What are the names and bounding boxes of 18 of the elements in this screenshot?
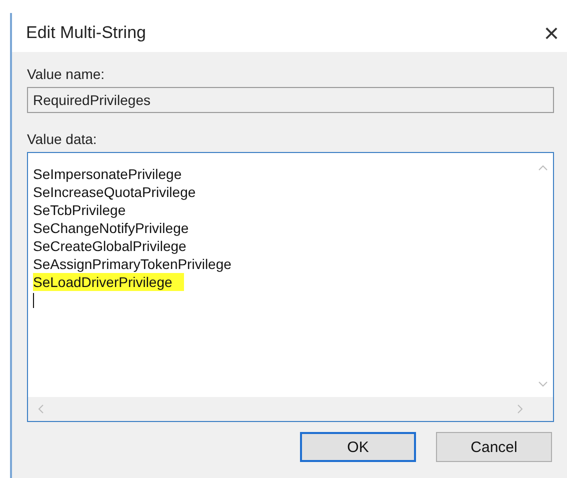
window-title: Edit Multi-String xyxy=(26,22,146,42)
text-line: SeIncreaseQuotaPrivilege xyxy=(33,183,197,201)
text-line: SeImpersonatePrivilege xyxy=(33,165,183,183)
field-label: Value name: xyxy=(27,66,105,82)
field-label: Value data: xyxy=(27,131,97,147)
text-line: SeCreateGlobalPrivilege xyxy=(33,237,188,255)
text-line: SeChangeNotifyPrivilege xyxy=(33,219,190,237)
close-button[interactable]: × xyxy=(544,20,559,46)
scroll-down-icon[interactable] xyxy=(538,381,548,387)
value-data-textarea[interactable]: SeImpersonatePrivilege SeIncreaseQuotaPrivilege SeTcbPrivilege SeChangeNotifyPrivilege SeCreateGlobalPrivilege SeAssignPrimaryTokenPrivilege SeLoadDriverPrivilege xyxy=(27,152,554,422)
dialog-button[interactable]: Cancel xyxy=(436,432,552,462)
dialog-button[interactable]: OK xyxy=(300,432,416,462)
text-line: SeTcbPrivilege xyxy=(33,201,127,219)
scroll-left-icon[interactable] xyxy=(38,404,44,414)
text-line: SeAssignPrimaryTokenPrivilege xyxy=(33,255,232,273)
horizontal-scrollbar[interactable] xyxy=(28,397,553,421)
scroll-up-icon[interactable] xyxy=(538,165,548,171)
scroll-right-icon[interactable] xyxy=(517,404,523,414)
